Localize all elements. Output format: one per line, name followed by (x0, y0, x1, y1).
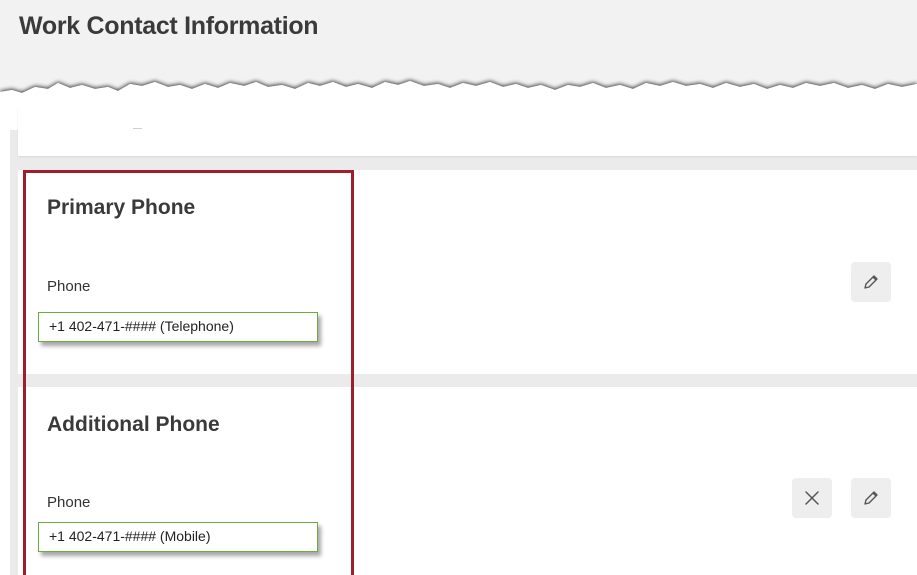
contact-summary-card (18, 108, 917, 156)
edit-additional-phone-button[interactable] (851, 478, 891, 518)
divider-mark (133, 128, 142, 129)
delete-additional-phone-button[interactable] (792, 478, 832, 518)
additional-phone-value: +1 402-471-#### (Mobile) (38, 522, 318, 552)
additional-phone-label: Phone (47, 494, 91, 511)
pencil-icon (864, 275, 878, 289)
page-title: Work Contact Information (19, 12, 319, 40)
close-icon (805, 491, 819, 505)
work-contact-page: Work Contact Information Primary Phone P… (0, 0, 917, 575)
primary-phone-label: Phone (47, 278, 91, 295)
pencil-icon (864, 491, 878, 505)
edit-primary-phone-button[interactable] (851, 262, 891, 302)
additional-phone-title: Additional Phone (47, 413, 220, 436)
primary-phone-value: +1 402-471-#### (Telephone) (38, 312, 318, 342)
primary-phone-title: Primary Phone (47, 196, 196, 219)
